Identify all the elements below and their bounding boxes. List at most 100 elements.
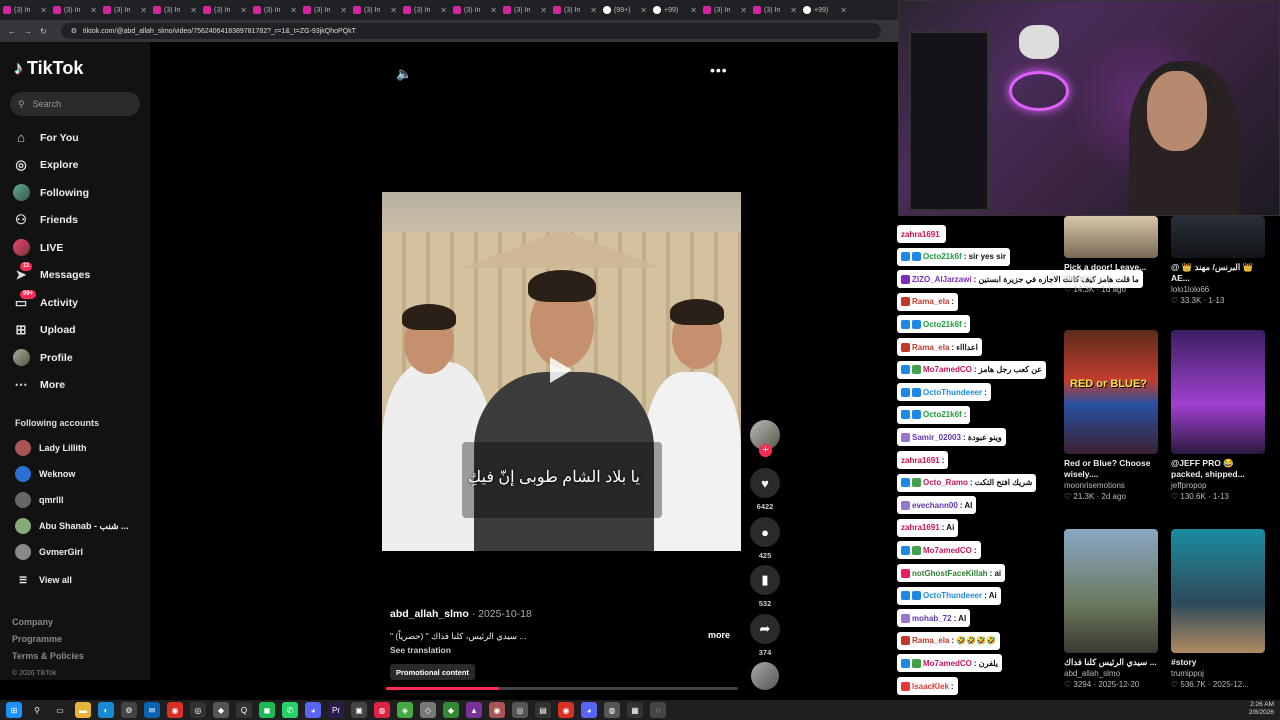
nav-item-explore[interactable]: ◎ Explore [12,152,148,180]
browser-tab[interactable]: (3) In ✕ [350,2,400,18]
browser-tab[interactable]: +99) ✕ [650,2,700,18]
video-player[interactable]: يا بلاد الشام طوبى إنّ فيكِ [382,192,741,551]
browser-tab[interactable]: (3) In ✕ [0,2,50,18]
following-account[interactable]: GvmerGirl [15,539,145,565]
browser-tab[interactable]: (99+) ✕ [600,2,650,18]
nav-item-messages[interactable]: ➤ 11 Messages [12,262,148,290]
video-thumbnail[interactable] [1064,529,1158,653]
browser-tab[interactable]: (3) In ✕ [450,2,500,18]
more-link[interactable]: more [708,630,730,640]
video-author[interactable]: abd_allah_slmo · 2025-10-18 [390,608,532,620]
close-tab-icon[interactable]: ✕ [790,6,797,15]
see-translation-link[interactable]: See translation [390,645,451,655]
forward-icon[interactable]: → [24,27,32,36]
following-account[interactable]: Lady Lillith [15,435,145,461]
footer-company[interactable]: Company [12,614,84,631]
url-field[interactable]: ⚙ tiktok.com/@abd_allah_slmo/video/75624… [60,23,881,39]
nav-item-for-you[interactable]: ⌂ For You [12,124,148,152]
back-icon[interactable]: ← [8,27,16,36]
app-icon[interactable]: ◈ [397,702,413,718]
close-tab-icon[interactable]: ✕ [240,6,247,15]
discord-icon[interactable]: ◕ [581,702,597,718]
browser-tab[interactable]: (3) In ✕ [250,2,300,18]
video-thumbnail[interactable]: RED or BLUE? [1064,330,1158,454]
close-tab-icon[interactable]: ✕ [540,6,547,15]
browser-tab[interactable]: (3) In ✕ [500,2,550,18]
following-account[interactable]: Weknow [15,461,145,487]
like-button[interactable]: ♥ 6422 [750,468,780,511]
app-icon[interactable]: ◍ [604,702,620,718]
app-icon[interactable]: ◍ [374,702,390,718]
settings-icon[interactable]: ⚙ [121,702,137,718]
browser-tab[interactable]: (3) In ✕ [150,2,200,18]
close-tab-icon[interactable]: ✕ [40,6,47,15]
view-all-link[interactable]: ☰ View all [15,567,145,593]
obs-icon[interactable]: ◎ [190,702,206,718]
close-tab-icon[interactable]: ✕ [290,6,297,15]
comment-button[interactable]: ● 425 [750,517,780,560]
premiere-icon[interactable]: Pr [328,702,344,718]
play-icon[interactable] [550,357,572,383]
close-tab-icon[interactable]: ✕ [90,6,97,15]
whatsapp-icon[interactable]: ✆ [282,702,298,718]
video-card[interactable]: #story trumippoj ♡ 536.7K · 2025-12... [1171,529,1267,689]
video-card[interactable]: RED or BLUE? Red or Blue? Choose wisely..… [1064,330,1160,501]
app-icon[interactable]: ◎ [512,702,528,718]
app-icon[interactable]: ▤ [535,702,551,718]
nav-item-profile[interactable]: Profile [12,344,148,372]
close-tab-icon[interactable]: ✕ [740,6,747,15]
edge-icon[interactable]: ◐ [98,702,114,718]
nav-item-activity[interactable]: ▭ 99+ Activity [12,289,148,317]
chrome-icon[interactable]: ◉ [167,702,183,718]
video-thumbnail[interactable] [1171,529,1265,653]
follow-plus-icon[interactable]: + [759,444,772,457]
task-view-icon[interactable]: ▭ [52,702,68,718]
app-icon[interactable]: ▲ [466,702,482,718]
reload-icon[interactable]: ↻ [40,27,47,36]
video-card[interactable]: سيدي الرئيس كلنا فداك ... abd_allah_slmo ♡… [1064,529,1160,689]
footer-terms[interactable]: Terms & Policies [12,648,84,665]
close-tab-icon[interactable]: ✕ [340,6,347,15]
browser-tab[interactable]: (3) In ✕ [550,2,600,18]
app-icon[interactable]: ◆ [213,702,229,718]
video-progress-bar[interactable] [386,687,738,690]
more-options-icon[interactable]: ••• [710,62,728,78]
browser-tab[interactable]: (3) In ✕ [400,2,450,18]
browser-tab[interactable]: +99) ✕ [800,2,850,18]
footer-programme[interactable]: Programme [12,631,84,648]
site-info-icon[interactable]: ⚙ [71,27,77,35]
outlook-icon[interactable]: ✉ [144,702,160,718]
browser-tab[interactable]: (3) In ✕ [700,2,750,18]
tiktok-logo[interactable]: ♪ TikTok [14,58,83,79]
file-explorer-icon[interactable]: ▬ [75,702,91,718]
app-icon[interactable]: ▦ [627,702,643,718]
browser-tab[interactable]: (3) In ✕ [750,2,800,18]
app-icon[interactable]: Q [236,702,252,718]
video-card[interactable]: @JEFF PRO 😂 packed, shipped... jeffpropop… [1171,330,1267,501]
volume-icon[interactable]: 🔈 [396,66,412,82]
promotional-content-badge[interactable]: Promotional content [390,664,475,680]
app-icon[interactable]: ▣ [351,702,367,718]
following-account[interactable]: Abu Shanab - شنب ... [15,513,145,539]
nav-item-more[interactable]: ⋯ More [12,372,148,400]
close-tab-icon[interactable]: ✕ [590,6,597,15]
close-tab-icon[interactable]: ✕ [840,6,847,15]
video-thumbnail[interactable] [1064,216,1158,258]
browser-tab[interactable]: (3) In ✕ [100,2,150,18]
search-input[interactable]: ⚲ Search [10,92,140,116]
close-tab-icon[interactable]: ✕ [140,6,147,15]
close-tab-icon[interactable]: ✕ [640,6,647,15]
close-tab-icon[interactable]: ✕ [190,6,197,15]
close-tab-icon[interactable]: ✕ [690,6,697,15]
nav-item-friends[interactable]: ⚇ Friends [12,207,148,235]
nav-item-upload[interactable]: ⊞ Upload [12,317,148,345]
app-icon[interactable]: ◉ [489,702,505,718]
sound-avatar[interactable] [751,662,779,690]
video-card[interactable]: @ 👑 البرنس/ مهند 👑 AE... lolo1lolo66 ♡ 33.… [1171,216,1267,305]
app-icon[interactable]: ◌ [650,702,666,718]
video-thumbnail[interactable] [1171,216,1265,258]
search-icon[interactable]: ⚲ [29,702,45,718]
chrome-icon[interactable]: ◉ [558,702,574,718]
share-button[interactable]: ➦ 374 [750,614,780,657]
browser-tab[interactable]: (3) In ✕ [300,2,350,18]
